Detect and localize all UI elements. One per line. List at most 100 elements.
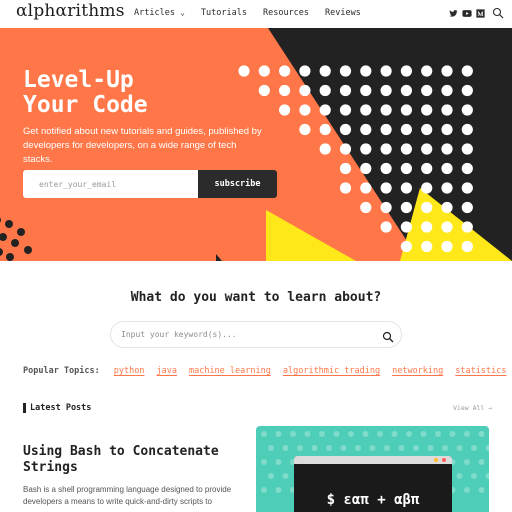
pattern-dot xyxy=(380,123,392,136)
terminal-dot xyxy=(434,458,438,462)
pattern-dot xyxy=(339,123,352,136)
topic-link[interactable]: python xyxy=(114,366,145,376)
topic-link[interactable]: networking xyxy=(392,366,443,376)
pattern-dot xyxy=(461,123,473,136)
pattern-dot xyxy=(400,162,412,175)
thumb-pattern-dot xyxy=(464,431,470,437)
thumb-pattern-dot xyxy=(275,431,282,437)
pattern-dot xyxy=(421,162,433,175)
pattern-dot xyxy=(380,143,392,155)
thumb-pattern-dot xyxy=(261,459,267,465)
thumb-pattern-dot xyxy=(326,445,332,451)
nav-item-resources[interactable]: Resources xyxy=(263,8,309,18)
nav-menu: Articles ⌄ Tutorials Resources Reviews xyxy=(134,8,361,18)
pattern-dot xyxy=(319,65,331,77)
terminal-titlebar xyxy=(294,456,452,464)
topic-link[interactable]: statistics xyxy=(455,366,506,376)
pattern-dot xyxy=(339,143,352,155)
thumb-pattern-dot xyxy=(369,445,376,451)
pattern-dot xyxy=(421,182,433,194)
thumb-pattern-dot xyxy=(355,445,361,451)
latest-posts-heading: Latest Posts xyxy=(23,403,91,413)
terminal-window: $ εαπ + αβπ xyxy=(294,456,452,512)
thumb-pattern-dot xyxy=(485,473,489,479)
thumb-pattern-dot xyxy=(406,431,412,437)
learn-heading: What do you want to learn about? xyxy=(130,290,382,305)
twitter-icon[interactable] xyxy=(449,9,458,18)
thumb-pattern-dot xyxy=(413,445,419,451)
hero-banner: Level-Up Your Code Get notified about ne… xyxy=(0,28,512,261)
thumb-pattern-dot xyxy=(348,431,354,437)
subscribe-button[interactable]: subscribe xyxy=(198,170,277,198)
social-icons xyxy=(449,7,504,19)
nav-item-articles[interactable]: Articles ⌄ xyxy=(134,8,185,18)
pattern-dot xyxy=(360,201,372,214)
thumb-pattern-dot xyxy=(290,431,296,437)
pattern-dot xyxy=(380,221,392,233)
pattern-dot xyxy=(400,221,412,233)
post-excerpt: Bash is a shell programming language des… xyxy=(23,485,232,506)
pattern-dot xyxy=(400,182,412,194)
nav-articles-label: Articles xyxy=(134,8,175,18)
pattern-dot xyxy=(339,182,352,194)
pattern-dot xyxy=(258,65,270,77)
thumb-pattern-dot xyxy=(333,431,340,437)
thumb-pattern-dot xyxy=(398,445,405,451)
email-field[interactable] xyxy=(23,170,199,198)
nav-item-tutorials[interactable]: Tutorials xyxy=(201,8,247,18)
pattern-dot xyxy=(400,84,412,97)
pattern-dot xyxy=(299,104,311,116)
post-title[interactable]: Using Bash to Concatenate Strings xyxy=(23,444,238,476)
nav-item-reviews[interactable]: Reviews xyxy=(325,8,361,18)
popular-topics: Popular Topics: python java machine lear… xyxy=(23,366,512,376)
pattern-dot xyxy=(421,221,433,233)
pattern-dot xyxy=(380,201,392,214)
pattern-dot xyxy=(380,84,392,97)
pattern-dot xyxy=(319,143,331,155)
search-submit-icon[interactable] xyxy=(382,328,394,347)
pattern-dot xyxy=(360,162,372,175)
pattern-dot xyxy=(421,65,433,77)
topic-link[interactable]: machine learning xyxy=(189,366,271,376)
pattern-dot xyxy=(461,182,473,194)
pattern-dot xyxy=(461,240,473,253)
search-icon[interactable] xyxy=(492,7,504,19)
terminal-dot xyxy=(442,458,446,462)
thumb-pattern-dot xyxy=(282,445,289,451)
view-all-link[interactable]: View All → xyxy=(453,404,492,412)
thumb-pattern-dot xyxy=(268,445,274,451)
thumb-pattern-dot xyxy=(362,431,369,437)
thumb-pattern-dot xyxy=(427,445,434,451)
pattern-dot xyxy=(319,104,331,116)
pattern-dot xyxy=(461,162,473,175)
pattern-dot xyxy=(400,65,412,77)
terminal-command: $ εαπ + αβπ xyxy=(326,492,420,508)
pattern-dot xyxy=(421,84,433,97)
pattern-dot xyxy=(339,104,352,116)
thumb-pattern-dot xyxy=(311,445,318,451)
pattern-dot xyxy=(400,123,412,136)
pattern-dot xyxy=(360,65,372,77)
youtube-icon[interactable] xyxy=(462,9,472,18)
pattern-dot xyxy=(360,104,372,116)
thumb-pattern-dot xyxy=(464,459,470,465)
thumb-pattern-dot xyxy=(261,431,267,437)
pattern-dot xyxy=(441,240,453,253)
pattern-dot xyxy=(441,182,453,194)
keyword-search-input[interactable] xyxy=(121,322,371,347)
pattern-dot xyxy=(441,65,453,77)
pattern-dot xyxy=(360,143,372,155)
heading-bar xyxy=(23,403,26,413)
medium-icon[interactable] xyxy=(476,8,485,18)
thumb-pattern-dot xyxy=(478,431,485,437)
pattern-dot xyxy=(319,123,331,136)
topic-link[interactable]: algorithmic trading xyxy=(283,366,380,376)
pattern-dot xyxy=(339,84,352,97)
pattern-dot xyxy=(421,240,433,253)
pattern-dot xyxy=(299,123,311,136)
site-logo[interactable]: αlphαrithms xyxy=(16,1,125,21)
post-thumbnail[interactable]: $ εαπ + αβπ xyxy=(256,426,489,512)
thumb-pattern-dot xyxy=(485,445,489,451)
topic-link[interactable]: java xyxy=(156,366,176,376)
pattern-dot xyxy=(461,201,473,214)
